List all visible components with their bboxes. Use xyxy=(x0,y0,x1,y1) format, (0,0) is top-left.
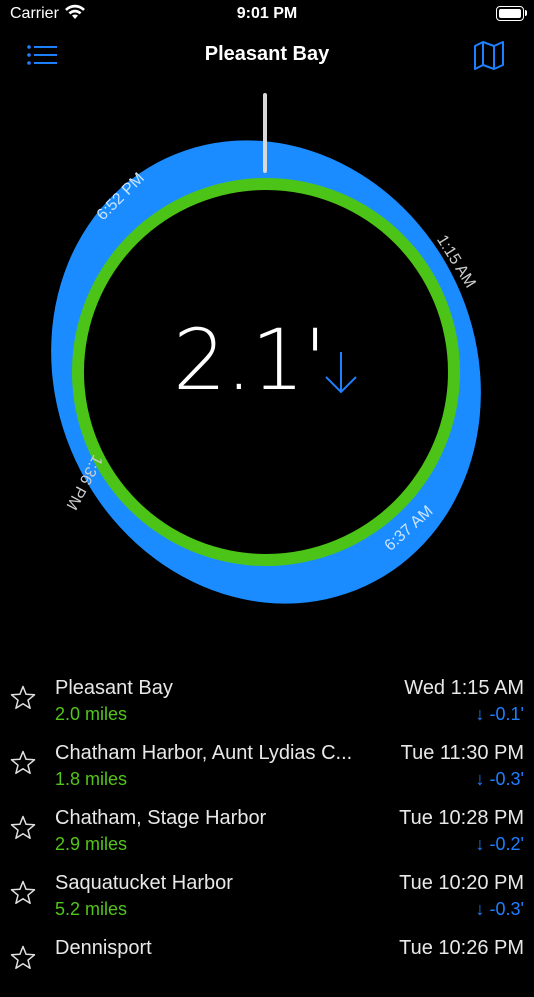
station-tide-time: Wed 1:15 AM xyxy=(404,677,524,699)
star-icon[interactable] xyxy=(10,880,36,906)
station-name: Chatham Harbor, Aunt Lydias C... xyxy=(55,742,353,764)
falling-arrow-icon xyxy=(323,350,359,401)
station-row[interactable]: Chatham, Stage Harbor 2.9 miles Tue 10:2… xyxy=(0,802,534,867)
station-distance: 2.0 miles xyxy=(55,704,128,724)
star-icon[interactable] xyxy=(10,815,36,841)
station-row[interactable]: Saquatucket Harbor 5.2 miles Tue 10:20 P… xyxy=(0,867,534,932)
station-tide-time: Tue 10:26 PM xyxy=(399,937,524,959)
star-icon[interactable] xyxy=(10,750,36,776)
station-distance: 2.9 miles xyxy=(55,834,128,854)
station-list: Pleasant Bay 2.0 miles Wed 1:15 AM ↓ -0.… xyxy=(0,672,534,997)
station-distance: 5.2 miles xyxy=(55,899,128,919)
station-row[interactable]: Pleasant Bay 2.0 miles Wed 1:15 AM ↓ -0.… xyxy=(0,672,534,737)
map-button[interactable] xyxy=(472,40,506,70)
station-tide-time: Tue 10:28 PM xyxy=(399,807,524,829)
station-tide-change: ↓ -0.1' xyxy=(475,704,524,724)
star-icon[interactable] xyxy=(10,685,36,711)
star-icon[interactable] xyxy=(10,945,36,971)
station-row[interactable]: Chatham Harbor, Aunt Lydias C... 1.8 mil… xyxy=(0,737,534,802)
tide-height-value: 2.1' xyxy=(173,311,327,409)
station-tide-time: Tue 11:30 PM xyxy=(400,742,524,764)
station-name: Dennisport xyxy=(55,937,152,959)
station-tide-change: ↓ -0.2' xyxy=(475,834,524,854)
current-time-indicator xyxy=(263,93,267,173)
status-time: 9:01 PM xyxy=(236,5,298,22)
station-tide-time: Tue 10:20 PM xyxy=(399,872,524,894)
map-icon xyxy=(474,41,504,70)
page-title: Pleasant Bay xyxy=(204,43,330,65)
station-tide-change: ↓ -0.3' xyxy=(475,769,524,789)
station-name: Chatham, Stage Harbor xyxy=(55,807,267,829)
navigation-bar: Pleasant Bay xyxy=(0,34,534,78)
status-bar: Carrier 9:01 PM xyxy=(0,0,534,30)
station-name: Saquatucket Harbor xyxy=(55,872,233,894)
battery-icon xyxy=(496,6,527,21)
station-distance: 1.8 miles xyxy=(55,769,128,789)
station-tide-change: ↓ -0.3' xyxy=(475,899,524,919)
station-name: Pleasant Bay xyxy=(55,677,173,699)
station-row[interactable]: Dennisport Tue 10:26 PM xyxy=(0,932,534,997)
